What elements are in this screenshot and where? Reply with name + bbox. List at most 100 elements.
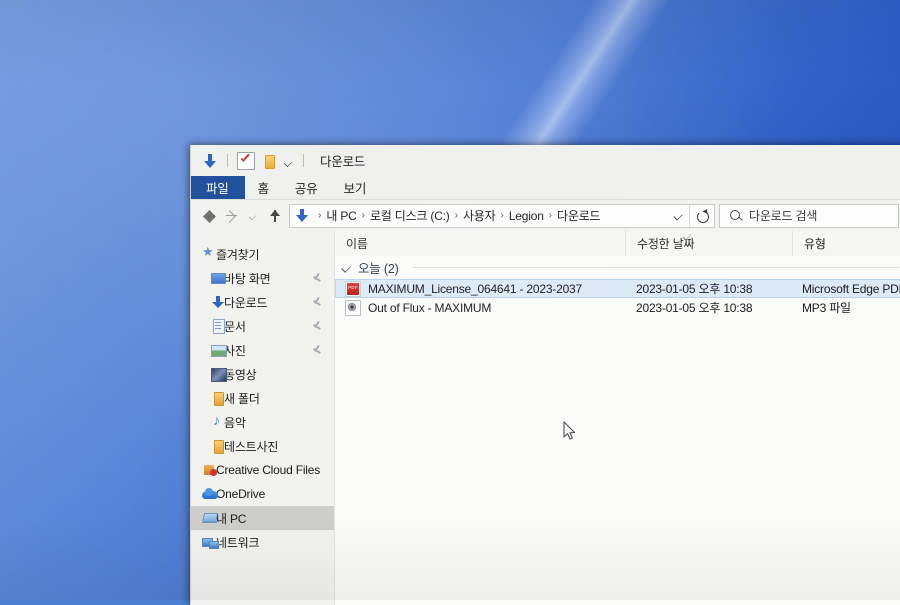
group-header-today[interactable]: 오늘 (2) — [335, 256, 900, 279]
file-name-label: Out of Flux - MAXIMUM — [368, 301, 491, 315]
navigation-pane: 즐겨찾기 바탕 화면 다운로드 문서 사진 — [190, 231, 334, 605]
customize-chevron-icon[interactable] — [283, 153, 294, 169]
music-icon — [210, 414, 226, 430]
pin-icon[interactable] — [312, 273, 322, 283]
sidebar-item-label: 내 PC — [216, 510, 246, 527]
navigation-bar: › 내 PC › 로컬 디스크 (C:) › 사용자 › Legion › 다운… — [190, 200, 900, 231]
column-header-name[interactable]: 이름 — [335, 231, 625, 256]
pin-icon[interactable] — [312, 345, 322, 355]
sidebar-item-label: 새 폴더 — [224, 390, 260, 407]
sidebar-item-test-photos[interactable]: 테스트사진 — [190, 434, 334, 458]
documents-icon — [210, 318, 226, 334]
file-name-label: MAXIMUM_License_064641 - 2023-2037 — [368, 282, 582, 296]
forward-button[interactable] — [220, 205, 242, 227]
breadcrumb-item-2[interactable]: 사용자 — [463, 207, 496, 224]
sidebar-item-this-pc[interactable]: 내 PC — [190, 506, 334, 530]
title-bar: 다운로드 — [190, 145, 900, 176]
sidebar-item-new-folder[interactable]: 새 폴더 — [190, 386, 334, 410]
tab-view[interactable]: 보기 — [331, 176, 380, 199]
column-header-date-modified[interactable]: 수정한 날짜 — [625, 231, 792, 256]
creative-cloud-icon — [202, 462, 218, 478]
pin-icon[interactable] — [312, 297, 322, 307]
chevron-down-icon[interactable] — [341, 262, 352, 273]
videos-icon — [210, 366, 226, 382]
recent-locations-button[interactable] — [242, 205, 264, 227]
search-box[interactable]: 다운로드 검색 — [719, 204, 899, 228]
sidebar-item-label: 즐겨찾기 — [216, 246, 259, 263]
window-title: 다운로드 — [320, 151, 365, 170]
column-header-type-label: 유형 — [804, 235, 826, 252]
file-name-cell: MAXIMUM_License_064641 - 2023-2037 — [336, 281, 625, 297]
sidebar-item-label: 다운로드 — [224, 294, 267, 311]
window-body: 즐겨찾기 바탕 화면 다운로드 문서 사진 — [190, 231, 900, 605]
onedrive-icon — [202, 486, 218, 502]
breadcrumb-separator: › — [495, 210, 508, 221]
network-icon — [202, 534, 218, 550]
sidebar-item-label: OneDrive — [216, 487, 265, 501]
breadcrumb-separator: › — [357, 210, 370, 221]
sidebar-item-label: 문서 — [224, 318, 246, 335]
sidebar-item-downloads[interactable]: 다운로드 — [190, 290, 334, 314]
this-pc-icon — [202, 510, 218, 526]
file-name-cell: Out of Flux - MAXIMUM — [335, 300, 625, 316]
column-headers: 이름 수정한 날짜 유형 — [335, 231, 900, 256]
sidebar-item-label: 네트워크 — [216, 534, 259, 551]
refresh-icon[interactable] — [690, 206, 714, 226]
mp3-file-icon — [345, 300, 361, 316]
new-folder-icon[interactable] — [261, 153, 277, 169]
file-explorer-window: 다운로드 파일 홈 공유 보기 › 내 PC › 로컬 디스크 (C:) › 사… — [190, 145, 900, 605]
breadcrumb-item-0[interactable]: 내 PC — [326, 207, 356, 224]
sidebar-item-favorites[interactable]: 즐겨찾기 — [190, 242, 334, 266]
sidebar-item-label: 동영상 — [224, 366, 257, 383]
column-header-name-label: 이름 — [346, 235, 368, 252]
sidebar-item-onedrive[interactable]: OneDrive — [190, 482, 334, 506]
properties-icon[interactable] — [237, 152, 255, 170]
breadcrumb-item-1[interactable]: 로컬 디스크 (C:) — [370, 207, 450, 224]
column-header-type[interactable]: 유형 — [792, 231, 900, 256]
sidebar-item-label: Creative Cloud Files — [216, 463, 320, 477]
sidebar-item-label: 바탕 화면 — [224, 270, 271, 287]
sidebar-item-pictures[interactable]: 사진 — [190, 338, 334, 362]
sort-descending-icon — [683, 230, 691, 238]
breadcrumb-separator: › — [313, 210, 326, 221]
sidebar-item-music[interactable]: 음악 — [190, 410, 334, 434]
downloads-icon[interactable] — [202, 153, 218, 169]
up-button[interactable] — [264, 205, 286, 227]
sidebar-item-label: 사진 — [224, 342, 246, 359]
table-row[interactable]: Out of Flux - MAXIMUM 2023-01-05 오후 10:3… — [335, 298, 900, 317]
sidebar-item-videos[interactable]: 동영상 — [190, 362, 334, 386]
desktop-icon — [210, 270, 226, 286]
folder-icon — [210, 390, 226, 406]
sidebar-item-desktop[interactable]: 바탕 화면 — [190, 266, 334, 290]
back-button[interactable] — [198, 205, 220, 227]
sidebar-item-creative-cloud-files[interactable]: Creative Cloud Files — [190, 458, 334, 482]
tab-home[interactable]: 홈 — [245, 176, 282, 199]
tab-file[interactable]: 파일 — [190, 176, 245, 199]
chevron-down-icon[interactable] — [667, 206, 689, 226]
pdf-file-icon — [345, 281, 361, 297]
sidebar-item-documents[interactable]: 문서 — [190, 314, 334, 338]
sidebar-item-network[interactable]: 네트워크 — [190, 530, 334, 554]
downloads-icon-breadcrumb — [295, 209, 309, 223]
folder-icon — [210, 438, 226, 454]
group-divider — [413, 267, 899, 268]
file-list[interactable]: 오늘 (2) MAXIMUM_License_064641 - 2023-203… — [335, 256, 900, 605]
search-icon — [730, 210, 742, 222]
breadcrumb-item-4[interactable]: 다운로드 — [557, 207, 600, 224]
group-header-label: 오늘 (2) — [358, 258, 399, 277]
file-list-pane: 이름 수정한 날짜 유형 오늘 (2) — [335, 231, 900, 605]
star-icon — [202, 246, 218, 262]
breadcrumb-separator: › — [544, 210, 557, 221]
table-row[interactable]: MAXIMUM_License_064641 - 2023-2037 2023-… — [335, 279, 900, 298]
address-bar[interactable]: › 내 PC › 로컬 디스크 (C:) › 사용자 › Legion › 다운… — [289, 204, 715, 228]
file-type-cell: MP3 파일 — [791, 299, 900, 316]
sidebar-item-label: 음악 — [224, 414, 246, 431]
ribbon-tabs: 파일 홈 공유 보기 — [190, 176, 900, 200]
pin-icon[interactable] — [312, 321, 322, 331]
breadcrumb-item-3[interactable]: Legion — [509, 209, 544, 223]
file-date-cell: 2023-01-05 오후 10:38 — [625, 280, 791, 297]
toolbar-divider-2 — [303, 154, 304, 167]
tab-share[interactable]: 공유 — [282, 176, 331, 199]
file-type-cell: Microsoft Edge PDF Do... — [791, 282, 900, 296]
sidebar-item-label: 테스트사진 — [224, 438, 278, 455]
